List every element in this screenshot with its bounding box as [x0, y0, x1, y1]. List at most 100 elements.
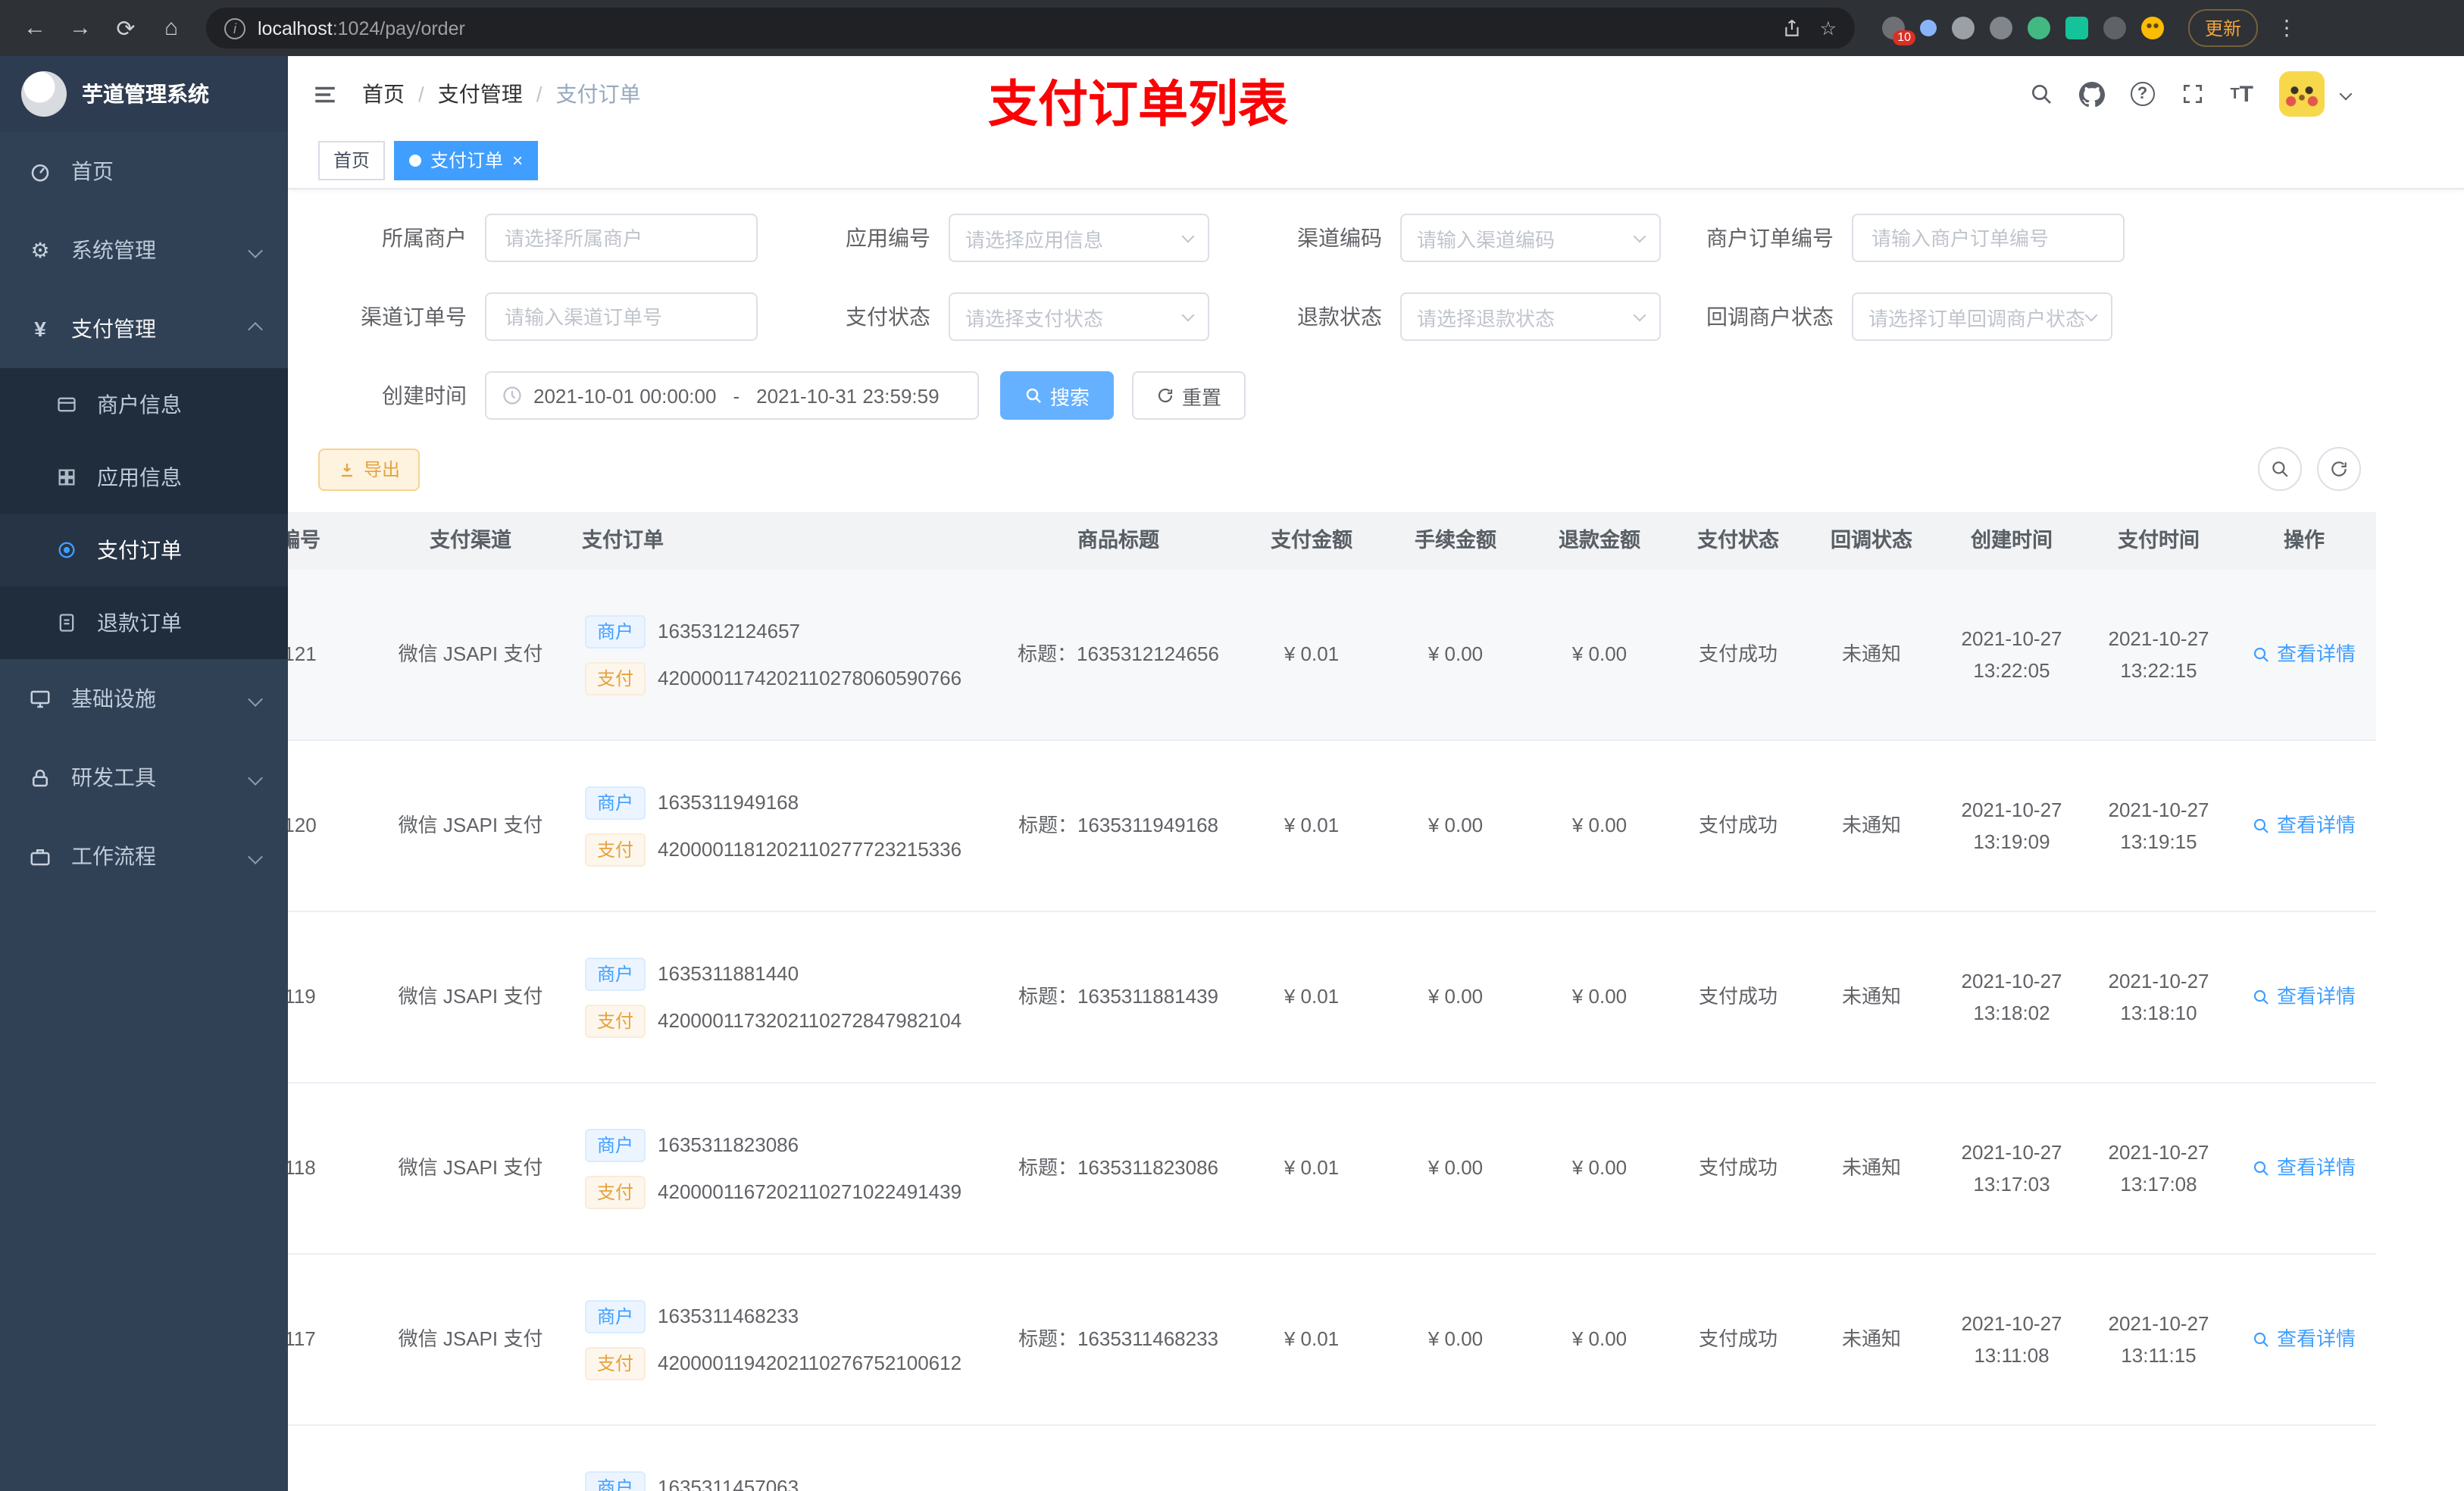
cell-title: 标题：1635311468233	[1018, 1327, 1219, 1351]
cell-order: 商户 1635311823086 支付 42000011672021102710…	[573, 1083, 997, 1253]
sidebar-item-workflow[interactable]: 工作流程	[0, 817, 288, 896]
channel-order-input[interactable]	[485, 292, 758, 341]
create-time-range-input[interactable]: 2021-10-01 00:00:00 - 2021-10-31 23:59:5…	[485, 371, 979, 420]
sidebar-item-payment[interactable]: ¥ 支付管理	[0, 289, 288, 368]
merchant-order-input[interactable]	[1852, 214, 2125, 262]
cell-order: 商户 1635311949168 支付 42000011812021102777…	[573, 741, 997, 911]
cell-notify: 未通知	[1841, 814, 1901, 837]
pay-status-label: 支付状态	[846, 305, 930, 329]
bookmark-star-icon[interactable]: ☆	[1820, 17, 1837, 39]
home-icon[interactable]: ⌂	[152, 8, 191, 48]
cell-id: 118	[288, 1156, 316, 1180]
sidebar-item-system[interactable]: ⚙ 系统管理	[0, 211, 288, 289]
chevron-down-icon	[248, 691, 263, 706]
sidebar-item-merchant-info[interactable]: 商户信息	[0, 368, 288, 441]
col-channel: 支付渠道	[430, 528, 511, 552]
extension-icon[interactable]: 10	[1882, 17, 1915, 45]
monitor-icon	[27, 687, 53, 710]
sidebar-logo[interactable]: 芋道管理系统	[0, 56, 288, 132]
orders-table: 编号 支付渠道 支付订单 商品标题 支付金额 手续金额 退款金额 支付状态 回调…	[288, 512, 2464, 1491]
extension-smiley-icon[interactable]	[2141, 17, 2164, 39]
cell-channel: 微信 JSAPI 支付	[398, 642, 543, 666]
tab-home[interactable]: 首页	[318, 140, 386, 180]
reset-button[interactable]: 重置	[1132, 371, 1246, 420]
sidebar-item-label: 工作流程	[71, 844, 156, 868]
refresh-button[interactable]	[2317, 447, 2361, 491]
reload-icon[interactable]: ⟳	[106, 8, 145, 48]
pay-order-no: 4200001194202110276752100612	[658, 1351, 962, 1374]
merchant-input[interactable]	[485, 214, 758, 262]
view-detail-link[interactable]: 查看详情	[2253, 811, 2356, 841]
close-icon[interactable]: ×	[512, 151, 523, 169]
extension-icon[interactable]	[1952, 17, 1975, 39]
hamburger-icon[interactable]	[312, 81, 338, 107]
export-button[interactable]: 导出	[318, 448, 421, 490]
back-icon[interactable]: ←	[15, 8, 55, 48]
cell-id: 116	[288, 1426, 368, 1491]
merchant-order-label: 商户订单编号	[1706, 226, 1834, 250]
avatar-caret-icon[interactable]	[2339, 87, 2353, 101]
github-icon[interactable]	[2078, 81, 2105, 107]
create-time-label: 创建时间	[382, 383, 467, 408]
merchant-tag: 商户	[585, 957, 646, 990]
pay-order-no: 4200001167202110271022491439	[658, 1180, 962, 1203]
tab-pay-order[interactable]: 支付订单 ×	[394, 140, 539, 180]
sidebar-item-home[interactable]: 首页	[0, 132, 288, 211]
merchant-order-no: 1635311457063	[658, 1475, 799, 1491]
sidebar-item-pay-order[interactable]: 支付订单	[0, 514, 288, 586]
breadcrumb-section[interactable]: 支付管理	[438, 79, 523, 109]
cell-channel: 微信 JSAPI 支付	[398, 1156, 543, 1180]
cell-order: 商户 1635312124657 支付 42000011742021102780…	[573, 570, 997, 739]
browser-update-button[interactable]: 更新	[2188, 9, 2259, 47]
cell-status: 支付成功	[1698, 985, 1778, 1008]
merchant-label: 所属商户	[382, 226, 467, 250]
table-row: 116 微信 JSAPI 支付 商户 1635311457063 支付	[288, 1426, 2376, 1491]
toggle-search-button[interactable]	[2258, 447, 2302, 491]
view-detail-link[interactable]: 查看详情	[2253, 983, 2356, 1012]
cell-amount: ¥ 0.01	[1284, 1327, 1340, 1351]
cell-actions: 查看详情	[2232, 1083, 2376, 1253]
search-button[interactable]: 搜索	[1000, 371, 1115, 420]
help-icon[interactable]: ?	[2130, 82, 2155, 106]
sidebar-item-dev-tools[interactable]: 研发工具	[0, 738, 288, 817]
font-size-icon[interactable]: TT	[2230, 81, 2253, 107]
view-detail-link[interactable]: 查看详情	[2253, 1154, 2356, 1183]
fullscreen-icon[interactable]	[2180, 82, 2204, 106]
address-bar[interactable]: i localhost:1024/pay/order ☆	[206, 8, 1855, 48]
extension-icon[interactable]	[1990, 17, 2012, 39]
browser-menu-icon[interactable]: ⋮	[2276, 15, 2297, 41]
breadcrumb-home[interactable]: 首页	[362, 79, 405, 109]
pay-status-select[interactable]: 请选择支付状态	[949, 292, 1209, 341]
extension-icon[interactable]	[2065, 17, 2088, 39]
share-icon[interactable]	[1782, 18, 1802, 38]
col-title: 商品标题	[1077, 528, 1159, 552]
cell-fee: ¥ 0.00	[1427, 1156, 1484, 1180]
app-id-label: 应用编号	[846, 226, 930, 250]
cell-pay-time: 2021-10-27 13:19:15	[2108, 799, 2209, 853]
extension-icon[interactable]	[1920, 20, 1937, 36]
extension-icon[interactable]	[2103, 17, 2126, 39]
callback-status-select[interactable]: 请选择订单回调商户状态	[1852, 292, 2112, 341]
app-select[interactable]: 请选择应用信息	[949, 214, 1209, 262]
cell-pay-time	[2085, 1426, 2232, 1491]
cell-order: 商户 1635311468233 支付 42000011942021102767…	[573, 1255, 997, 1424]
refund-status-select[interactable]: 请选择退款状态	[1400, 292, 1661, 341]
cell-actions: 查看详情	[2232, 1255, 2376, 1424]
extension-badge: 10	[1893, 30, 1915, 45]
sidebar-item-app-info[interactable]: 应用信息	[0, 441, 288, 514]
col-notify: 回调状态	[1831, 528, 1912, 552]
extension-icon[interactable]	[2028, 17, 2050, 39]
view-detail-link[interactable]: 查看详情	[2253, 640, 2356, 670]
user-avatar[interactable]	[2279, 71, 2325, 117]
sidebar-item-infrastructure[interactable]: 基础设施	[0, 659, 288, 738]
view-detail-link[interactable]: 查看详情	[2253, 1325, 2356, 1355]
pay-tag: 支付	[585, 833, 646, 866]
page-content: 所属商户 应用编号 请选择应用信息 渠道编码 请输入渠道编码 商户订单编号	[288, 189, 2464, 512]
site-info-icon[interactable]: i	[224, 17, 245, 39]
sidebar-item-refund-order[interactable]: 退款订单	[0, 586, 288, 659]
sidebar-item-label: 系统管理	[71, 238, 156, 262]
channel-code-select[interactable]: 请输入渠道编码	[1400, 214, 1661, 262]
col-order: 支付订单	[582, 528, 664, 552]
forward-icon[interactable]: →	[61, 8, 100, 48]
search-icon[interactable]	[2028, 82, 2053, 106]
